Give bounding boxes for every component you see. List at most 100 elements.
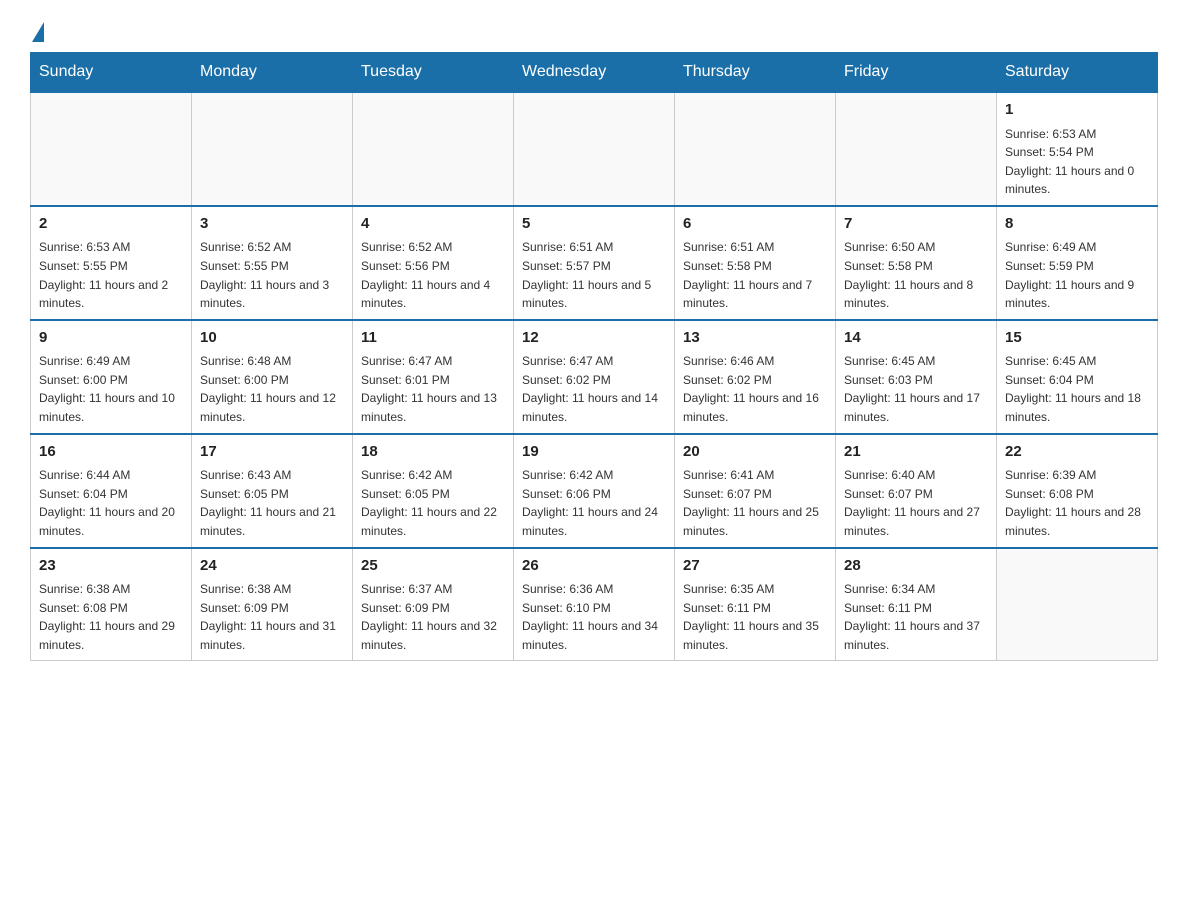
calendar-cell: 18Sunrise: 6:42 AMSunset: 6:05 PMDayligh…	[353, 434, 514, 548]
calendar-cell: 23Sunrise: 6:38 AMSunset: 6:08 PMDayligh…	[31, 548, 192, 661]
day-of-week-header: Wednesday	[514, 53, 675, 93]
calendar-cell: 9Sunrise: 6:49 AMSunset: 6:00 PMDaylight…	[31, 320, 192, 434]
day-of-week-header: Sunday	[31, 53, 192, 93]
day-info: Sunrise: 6:53 AMSunset: 5:54 PMDaylight:…	[1005, 125, 1149, 199]
week-row: 9Sunrise: 6:49 AMSunset: 6:00 PMDaylight…	[31, 320, 1158, 434]
day-info: Sunrise: 6:47 AMSunset: 6:01 PMDaylight:…	[361, 352, 505, 426]
day-number: 4	[361, 213, 505, 236]
day-number: 10	[200, 327, 344, 350]
day-info: Sunrise: 6:48 AMSunset: 6:00 PMDaylight:…	[200, 352, 344, 426]
calendar-cell: 2Sunrise: 6:53 AMSunset: 5:55 PMDaylight…	[31, 206, 192, 320]
day-number: 19	[522, 441, 666, 464]
day-info: Sunrise: 6:50 AMSunset: 5:58 PMDaylight:…	[844, 238, 988, 312]
day-info: Sunrise: 6:47 AMSunset: 6:02 PMDaylight:…	[522, 352, 666, 426]
day-number: 3	[200, 213, 344, 236]
calendar-cell: 21Sunrise: 6:40 AMSunset: 6:07 PMDayligh…	[836, 434, 997, 548]
day-of-week-header: Saturday	[997, 53, 1158, 93]
day-number: 27	[683, 555, 827, 578]
week-row: 23Sunrise: 6:38 AMSunset: 6:08 PMDayligh…	[31, 548, 1158, 661]
calendar-cell	[997, 548, 1158, 661]
day-number: 25	[361, 555, 505, 578]
calendar-header-row: SundayMondayTuesdayWednesdayThursdayFrid…	[31, 53, 1158, 93]
calendar-cell: 14Sunrise: 6:45 AMSunset: 6:03 PMDayligh…	[836, 320, 997, 434]
calendar-cell: 22Sunrise: 6:39 AMSunset: 6:08 PMDayligh…	[997, 434, 1158, 548]
calendar-cell	[675, 92, 836, 206]
day-info: Sunrise: 6:38 AMSunset: 6:09 PMDaylight:…	[200, 580, 344, 654]
calendar-cell: 17Sunrise: 6:43 AMSunset: 6:05 PMDayligh…	[192, 434, 353, 548]
day-number: 22	[1005, 441, 1149, 464]
calendar-cell: 28Sunrise: 6:34 AMSunset: 6:11 PMDayligh…	[836, 548, 997, 661]
calendar-cell: 7Sunrise: 6:50 AMSunset: 5:58 PMDaylight…	[836, 206, 997, 320]
day-info: Sunrise: 6:36 AMSunset: 6:10 PMDaylight:…	[522, 580, 666, 654]
day-info: Sunrise: 6:34 AMSunset: 6:11 PMDaylight:…	[844, 580, 988, 654]
day-info: Sunrise: 6:37 AMSunset: 6:09 PMDaylight:…	[361, 580, 505, 654]
day-number: 23	[39, 555, 183, 578]
day-number: 20	[683, 441, 827, 464]
day-info: Sunrise: 6:42 AMSunset: 6:05 PMDaylight:…	[361, 466, 505, 540]
calendar-cell: 15Sunrise: 6:45 AMSunset: 6:04 PMDayligh…	[997, 320, 1158, 434]
day-number: 2	[39, 213, 183, 236]
calendar-cell	[353, 92, 514, 206]
calendar-cell	[836, 92, 997, 206]
day-info: Sunrise: 6:39 AMSunset: 6:08 PMDaylight:…	[1005, 466, 1149, 540]
day-number: 15	[1005, 327, 1149, 350]
calendar-cell: 27Sunrise: 6:35 AMSunset: 6:11 PMDayligh…	[675, 548, 836, 661]
calendar-cell: 16Sunrise: 6:44 AMSunset: 6:04 PMDayligh…	[31, 434, 192, 548]
day-info: Sunrise: 6:40 AMSunset: 6:07 PMDaylight:…	[844, 466, 988, 540]
day-info: Sunrise: 6:42 AMSunset: 6:06 PMDaylight:…	[522, 466, 666, 540]
day-number: 9	[39, 327, 183, 350]
day-info: Sunrise: 6:41 AMSunset: 6:07 PMDaylight:…	[683, 466, 827, 540]
day-info: Sunrise: 6:49 AMSunset: 5:59 PMDaylight:…	[1005, 238, 1149, 312]
calendar-cell: 25Sunrise: 6:37 AMSunset: 6:09 PMDayligh…	[353, 548, 514, 661]
day-number: 13	[683, 327, 827, 350]
calendar-cell: 20Sunrise: 6:41 AMSunset: 6:07 PMDayligh…	[675, 434, 836, 548]
calendar-cell: 13Sunrise: 6:46 AMSunset: 6:02 PMDayligh…	[675, 320, 836, 434]
day-number: 1	[1005, 99, 1149, 122]
calendar-cell	[514, 92, 675, 206]
day-info: Sunrise: 6:43 AMSunset: 6:05 PMDaylight:…	[200, 466, 344, 540]
day-of-week-header: Friday	[836, 53, 997, 93]
day-number: 21	[844, 441, 988, 464]
day-number: 26	[522, 555, 666, 578]
day-of-week-header: Monday	[192, 53, 353, 93]
day-number: 11	[361, 327, 505, 350]
day-info: Sunrise: 6:49 AMSunset: 6:00 PMDaylight:…	[39, 352, 183, 426]
day-number: 14	[844, 327, 988, 350]
calendar-cell: 5Sunrise: 6:51 AMSunset: 5:57 PMDaylight…	[514, 206, 675, 320]
day-number: 6	[683, 213, 827, 236]
week-row: 2Sunrise: 6:53 AMSunset: 5:55 PMDaylight…	[31, 206, 1158, 320]
day-info: Sunrise: 6:51 AMSunset: 5:57 PMDaylight:…	[522, 238, 666, 312]
day-number: 24	[200, 555, 344, 578]
day-number: 16	[39, 441, 183, 464]
day-info: Sunrise: 6:51 AMSunset: 5:58 PMDaylight:…	[683, 238, 827, 312]
calendar-cell: 11Sunrise: 6:47 AMSunset: 6:01 PMDayligh…	[353, 320, 514, 434]
day-info: Sunrise: 6:38 AMSunset: 6:08 PMDaylight:…	[39, 580, 183, 654]
calendar-table: SundayMondayTuesdayWednesdayThursdayFrid…	[30, 52, 1158, 661]
day-number: 18	[361, 441, 505, 464]
day-info: Sunrise: 6:45 AMSunset: 6:04 PMDaylight:…	[1005, 352, 1149, 426]
day-info: Sunrise: 6:45 AMSunset: 6:03 PMDaylight:…	[844, 352, 988, 426]
day-of-week-header: Tuesday	[353, 53, 514, 93]
week-row: 1 Sunrise: 6:53 AMSunset: 5:54 PMDaylight…	[31, 92, 1158, 206]
calendar-cell: 1 Sunrise: 6:53 AMSunset: 5:54 PMDaylight…	[997, 92, 1158, 206]
day-info: Sunrise: 6:35 AMSunset: 6:11 PMDaylight:…	[683, 580, 827, 654]
day-number: 17	[200, 441, 344, 464]
day-number: 8	[1005, 213, 1149, 236]
calendar-cell	[31, 92, 192, 206]
day-info: Sunrise: 6:52 AMSunset: 5:55 PMDaylight:…	[200, 238, 344, 312]
day-number: 5	[522, 213, 666, 236]
logo	[30, 20, 44, 42]
logo-triangle-icon	[32, 22, 44, 42]
day-number: 28	[844, 555, 988, 578]
calendar-cell: 6Sunrise: 6:51 AMSunset: 5:58 PMDaylight…	[675, 206, 836, 320]
calendar-cell: 24Sunrise: 6:38 AMSunset: 6:09 PMDayligh…	[192, 548, 353, 661]
calendar-cell	[192, 92, 353, 206]
calendar-cell: 3Sunrise: 6:52 AMSunset: 5:55 PMDaylight…	[192, 206, 353, 320]
day-info: Sunrise: 6:44 AMSunset: 6:04 PMDaylight:…	[39, 466, 183, 540]
day-number: 7	[844, 213, 988, 236]
day-info: Sunrise: 6:53 AMSunset: 5:55 PMDaylight:…	[39, 238, 183, 312]
calendar-cell: 19Sunrise: 6:42 AMSunset: 6:06 PMDayligh…	[514, 434, 675, 548]
calendar-cell: 10Sunrise: 6:48 AMSunset: 6:00 PMDayligh…	[192, 320, 353, 434]
calendar-cell: 26Sunrise: 6:36 AMSunset: 6:10 PMDayligh…	[514, 548, 675, 661]
calendar-cell: 12Sunrise: 6:47 AMSunset: 6:02 PMDayligh…	[514, 320, 675, 434]
